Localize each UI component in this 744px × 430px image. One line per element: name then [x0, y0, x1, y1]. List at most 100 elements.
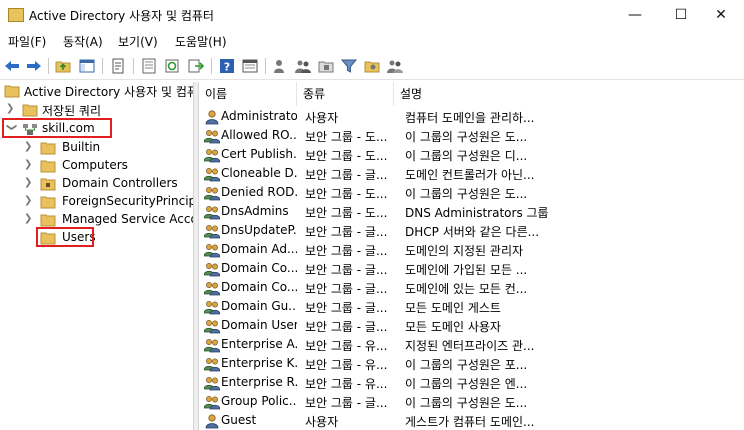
cell-name: Group Polic... — [221, 394, 297, 408]
chevron-right-icon[interactable]: ❯ — [24, 212, 34, 226]
table-row[interactable]: Denied ROD... 보안 그룹 - 도... 이 그룹의 구성원은 도... — [199, 184, 744, 203]
tree-item-saved-queries[interactable]: ❯ 저장된 쿼리 — [0, 101, 193, 119]
cell-description: 모든 도메인 게스트 — [405, 301, 501, 315]
table-row[interactable]: Enterprise R... 보안 그룹 - 유... 이 그룹의 구성원은 엔.… — [199, 374, 744, 393]
table-row[interactable]: Allowed RO... 보안 그룹 - 도... 이 그룹의 구성원은 도... — [199, 127, 744, 146]
chevron-right-icon[interactable]: ❯ — [24, 176, 34, 190]
cell-description: 도메인의 지정된 관리자 — [405, 244, 524, 258]
close-button[interactable]: ✕ — [698, 0, 744, 30]
tree-item-domain-controllers[interactable]: ❯ Domain Controllers — [0, 175, 193, 193]
forward-arrow-icon[interactable] — [26, 58, 42, 74]
chevron-right-icon[interactable]: ❯ — [24, 194, 34, 208]
highlight-box-users — [36, 227, 94, 247]
cell-name: Domain Gu... — [221, 299, 297, 313]
table-row[interactable]: Group Polic... 보안 그룹 - 글... 이 그룹의 구성원은 도..… — [199, 393, 744, 412]
cell-type: 보안 그룹 - 도... — [305, 130, 388, 144]
table-row[interactable]: Domain Gu... 보안 그룹 - 글... 모든 도메인 게스트 — [199, 298, 744, 317]
group-icon — [203, 147, 221, 163]
tree-item-label: Builtin — [62, 140, 101, 154]
table-row[interactable]: Cert Publish... 보안 그룹 - 도... 이 그룹의 구성원은 디.… — [199, 146, 744, 165]
window-title: Active Directory 사용자 및 컴퓨터 — [29, 9, 214, 23]
show-console-tree-icon[interactable] — [79, 58, 95, 74]
table-row[interactable]: Administrator 사용자 컴퓨터 도메인을 관리하... — [199, 108, 744, 127]
cell-name: Guest — [221, 413, 257, 427]
menu-action[interactable]: 동작(A) — [63, 33, 103, 50]
table-row[interactable]: Enterprise A... 보안 그룹 - 유... 지정된 엔터프라이즈 관.… — [199, 336, 744, 355]
folder-icon — [22, 103, 38, 117]
table-row[interactable]: Cloneable D... 보안 그룹 - 글... 도메인 컨트롤러가 아닌..… — [199, 165, 744, 184]
menu-file[interactable]: 파일(F) — [8, 33, 46, 50]
cell-type: 보안 그룹 - 도... — [305, 187, 388, 201]
table-row[interactable]: DnsUpdateP... 보안 그룹 - 글... DHCP 서버와 같은 다른.… — [199, 222, 744, 241]
cell-name: Domain Co... — [221, 261, 297, 275]
table-row[interactable]: Domain Co... 보안 그룹 - 글... 도메인에 있는 모든 컨... — [199, 279, 744, 298]
cell-description: 이 그룹의 구성원은 도... — [405, 187, 528, 201]
table-row[interactable]: Guest 사용자 게스트가 컴퓨터 도메인... — [199, 412, 744, 430]
cell-description: 지정된 엔터프라이즈 관... — [405, 339, 535, 353]
add-to-group-icon[interactable] — [364, 58, 380, 74]
cell-description: 이 그룹의 구성원은 도... — [405, 130, 528, 144]
add-group-icon[interactable] — [295, 58, 311, 74]
cell-type: 보안 그룹 - 도... — [305, 206, 388, 220]
chevron-right-icon[interactable]: ❯ — [6, 102, 16, 116]
folder-icon — [40, 213, 56, 227]
chevron-right-icon[interactable]: ❯ — [24, 140, 34, 154]
cell-type: 보안 그룹 - 글... — [305, 263, 388, 277]
tree-item-managed-service-accounts[interactable]: ❯ Managed Service Accou — [0, 211, 193, 229]
tree-root[interactable]: Active Directory 사용자 및 컴퓨 — [0, 82, 193, 100]
user-icon — [204, 109, 220, 125]
table-row[interactable]: Domain Ad... 보안 그룹 - 글... 도메인의 지정된 관리자 — [199, 241, 744, 260]
table-row[interactable]: Domain Co... 보안 그룹 - 글... 도메인에 가입된 모든 ... — [199, 260, 744, 279]
svg-text:?: ? — [224, 61, 230, 74]
export-list-icon[interactable] — [141, 58, 157, 74]
refresh-icon[interactable] — [164, 58, 180, 74]
cell-type: 사용자 — [305, 111, 339, 125]
menu-help[interactable]: 도움말(H) — [175, 33, 227, 50]
group-icon — [203, 128, 221, 144]
cell-name: Denied ROD... — [221, 185, 297, 199]
table-row[interactable]: Enterprise K... 보안 그룹 - 유... 이 그룹의 구성원은 포.… — [199, 355, 744, 374]
cell-type: 보안 그룹 - 유... — [305, 377, 388, 391]
tree-item-foreign-security-principals[interactable]: ❯ ForeignSecurityPrincipal — [0, 193, 193, 211]
up-folder-icon[interactable] — [55, 58, 71, 74]
menu-view[interactable]: 보기(V) — [118, 33, 158, 50]
cell-description: 이 그룹의 구성원은 디... — [405, 149, 528, 163]
tree-item-label: Domain Controllers — [62, 176, 178, 190]
cell-type: 보안 그룹 - 글... — [305, 168, 388, 182]
add-ou-icon[interactable] — [318, 58, 334, 74]
column-header-name[interactable]: 이름 — [199, 82, 297, 106]
details-list: 이름 종류 설명 Administrator 사용자 컴퓨터 도메인을 관리하...… — [199, 82, 744, 430]
delegate-icon[interactable] — [387, 58, 403, 74]
tree-item-users[interactable]: Users — [0, 229, 193, 247]
tree-item-builtin[interactable]: ❯ Builtin — [0, 139, 193, 157]
console-tree: Active Directory 사용자 및 컴퓨 ❯ 저장된 쿼리 ❯ ski… — [0, 82, 193, 430]
group-icon — [203, 242, 221, 258]
table-row[interactable]: DnsAdmins 보안 그룹 - 도... DNS Administrators … — [199, 203, 744, 222]
group-icon — [203, 318, 221, 334]
properties-icon[interactable] — [110, 58, 126, 74]
toolbar: ? — [0, 53, 744, 80]
add-user-icon[interactable] — [272, 58, 288, 74]
column-header-description[interactable]: 설명 — [394, 82, 544, 106]
cell-name: Enterprise K... — [221, 356, 297, 370]
help-icon[interactable]: ? — [219, 58, 235, 74]
cell-type: 사용자 — [305, 415, 339, 429]
group-icon — [203, 204, 221, 220]
folder-icon — [40, 195, 56, 209]
app-icon — [8, 8, 24, 22]
column-header-type[interactable]: 종류 — [297, 82, 394, 106]
minimize-button[interactable]: — — [612, 0, 658, 30]
chevron-right-icon[interactable]: ❯ — [24, 158, 34, 172]
tree-item-label: Computers — [62, 158, 128, 172]
cell-type: 보안 그룹 - 도... — [305, 149, 388, 163]
table-row[interactable]: Domain Users 보안 그룹 - 글... 모든 도메인 사용자 — [199, 317, 744, 336]
cell-name: Administrator — [221, 109, 297, 123]
back-arrow-icon[interactable] — [4, 58, 20, 74]
cell-name: Domain Co... — [221, 280, 297, 294]
filter-icon[interactable] — [341, 58, 357, 74]
view-icon[interactable] — [242, 58, 258, 74]
export-icon[interactable] — [188, 58, 204, 74]
group-icon — [203, 299, 221, 315]
cell-name: DnsUpdateP... — [221, 223, 297, 237]
tree-item-computers[interactable]: ❯ Computers — [0, 157, 193, 175]
